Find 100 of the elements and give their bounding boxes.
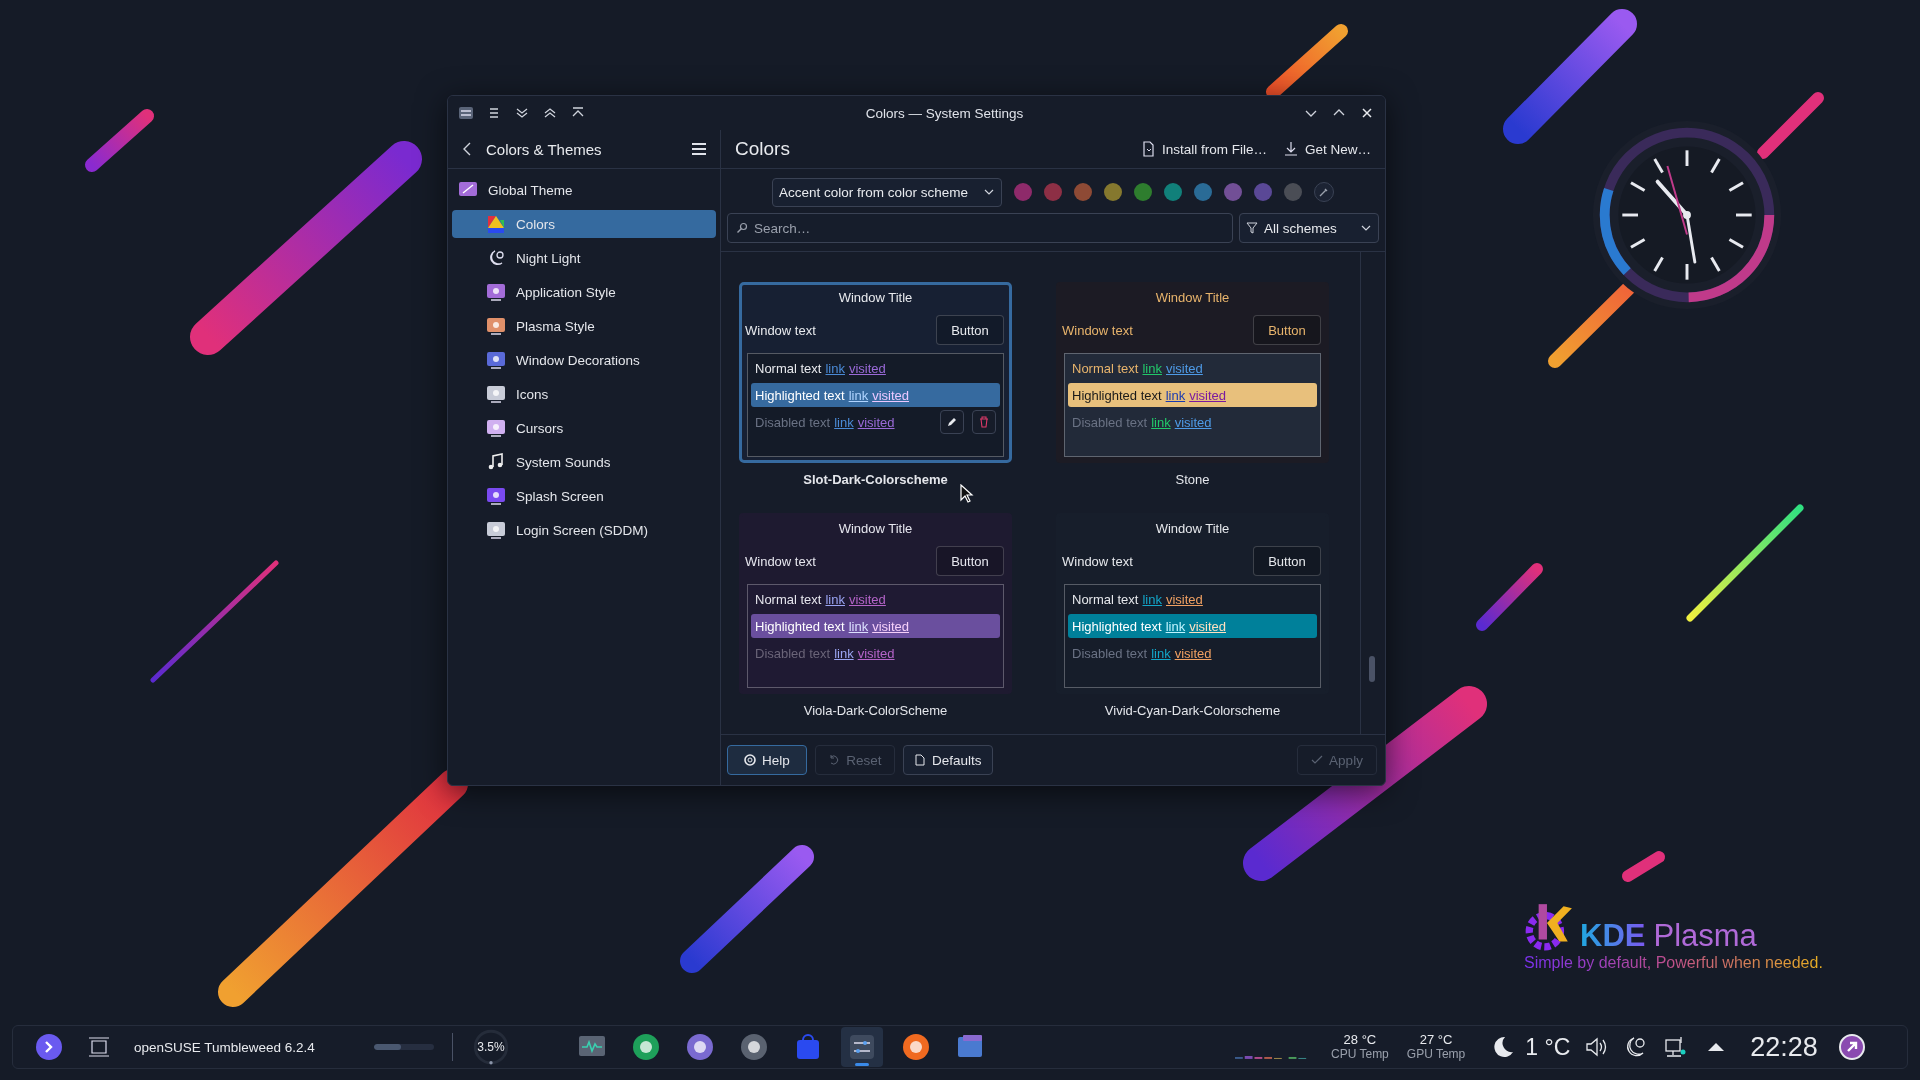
preview-button: Button (1253, 546, 1321, 576)
music-note-icon (486, 452, 506, 472)
preview-visited-link: visited (849, 591, 886, 607)
preview-link: link (825, 591, 845, 607)
cpu-gauge (473, 1029, 509, 1065)
preview-visited-link: visited (872, 387, 909, 403)
lifebuoy-icon (744, 754, 757, 766)
preview-visited-link: visited (1174, 645, 1212, 661)
settings-module-icon (486, 520, 506, 540)
preview-link: link (848, 618, 869, 634)
preview-visited-link: visited (1166, 591, 1203, 607)
search-icon (736, 222, 748, 234)
sidebar-item[interactable]: Icons (452, 380, 716, 408)
clock-time[interactable]: 22:28 (1750, 1031, 1818, 1063)
sensor-label: GPU Temp (1406, 1047, 1466, 1062)
hamburger-menu-icon[interactable] (690, 140, 708, 158)
document-icon (914, 754, 926, 766)
color-swatch[interactable] (1104, 183, 1122, 201)
preview-text: Highlighted text (755, 387, 845, 403)
settings-module-icon (486, 316, 506, 336)
defaults-button[interactable]: Defaults (903, 745, 993, 775)
preview-text: Highlighted text (1072, 618, 1162, 634)
color-swatch[interactable] (1134, 183, 1152, 201)
preview-visited-link: visited (857, 414, 895, 430)
help-button[interactable]: Help (727, 745, 807, 775)
install-button[interactable]: Install from File… (1139, 141, 1267, 157)
preview-window-title: Window Title (1154, 520, 1231, 538)
preview-window-text: Window text (745, 553, 816, 569)
sidebar-item[interactable]: Cursors (452, 414, 716, 442)
sensor-value: 27 °C (1419, 1032, 1453, 1047)
sensor-value: 28 °C (1343, 1032, 1377, 1047)
mouse-cursor-icon (960, 484, 974, 504)
edit-button[interactable] (940, 410, 964, 434)
preview-window-title: Window Title (837, 289, 914, 307)
color-swatch[interactable] (1284, 183, 1302, 201)
sidebar-item[interactable]: Night Light (452, 244, 716, 272)
delete-button[interactable] (972, 410, 996, 434)
color-swatch[interactable] (1224, 183, 1242, 201)
taskbar-app-button[interactable] (841, 1027, 883, 1067)
preview-button: Button (936, 315, 1004, 345)
preview-text: Normal text (1072, 360, 1139, 376)
preview-visited-link: visited (849, 360, 886, 376)
scrollbar-thumb[interactable] (1369, 656, 1375, 682)
settings-module-icon (486, 486, 506, 506)
undo-icon (828, 754, 841, 766)
sidebar-item[interactable]: System Sounds (452, 448, 716, 476)
color-swatch[interactable] (1044, 183, 1062, 201)
os-version-label: openSUSE Tumbleweed 6.2.4 (134, 1039, 316, 1055)
preview-visited-link: visited (1166, 360, 1203, 376)
moon-icon[interactable] (1491, 1035, 1516, 1059)
color-scheme-preview[interactable]: Window Title Window text Button Normal text link visited Highlighted text link visited Disabled text link visited (739, 513, 1012, 694)
color-scheme-preview[interactable]: Window Title Window text Button Normal text link visited Highlighted text link visited Disabled text link visited (739, 282, 1012, 463)
preview-link: link (834, 414, 854, 430)
accent-dropdown[interactable]: Accent color from color scheme (772, 177, 1002, 207)
settings-module-icon (486, 282, 506, 302)
color-palette-icon (486, 214, 506, 234)
color-scheme-preview[interactable]: Window Title Window text Button Normal text link visited Highlighted text link visited Disabled text link visited (1056, 282, 1329, 463)
settings-module-icon (486, 350, 506, 370)
preview-text: Normal text (755, 591, 822, 607)
scheme-name: Vivid-Cyan-Dark-Colorscheme (1104, 703, 1281, 718)
preview-link: link (1142, 360, 1162, 376)
preview-link: link (848, 387, 869, 403)
filter-dropdown[interactable]: All schemes (1239, 213, 1379, 243)
color-swatch[interactable] (1074, 183, 1092, 201)
settings-app-icon[interactable] (458, 105, 474, 121)
product-name: Plasma (1653, 918, 1757, 954)
sidebar-item[interactable]: Splash Screen (452, 482, 716, 510)
preview-window-text: Window text (1062, 553, 1133, 569)
preview-text: Highlighted text (1072, 387, 1162, 403)
volume-icon[interactable] (1584, 1035, 1609, 1059)
color-swatch[interactable] (1164, 183, 1182, 201)
trash-icon (978, 416, 990, 428)
preview-button: Button (936, 546, 1004, 576)
sidebar-item[interactable]: Login Screen (SDDM) (452, 516, 716, 544)
color-swatch[interactable] (1014, 183, 1032, 201)
scheme-name: Slot-Dark-Colorscheme (803, 472, 948, 487)
window-title: Colors — System Settings (864, 105, 1025, 121)
sidebar-item[interactable]: Colors (452, 210, 716, 238)
search-field[interactable]: Search… (727, 213, 1233, 243)
preview-button: Button (1253, 315, 1321, 345)
preview-text: Disabled text (755, 645, 831, 661)
app-launcher-icon[interactable] (35, 1033, 63, 1061)
sidebar-item[interactable]: Application Style (452, 278, 716, 306)
get-new-button[interactable]: Get New… (1282, 141, 1371, 157)
checkmark-icon (1311, 754, 1324, 766)
scheme-name: Stone (1175, 472, 1210, 487)
sidebar-item[interactable]: Global Theme (452, 176, 716, 204)
pencil-icon (946, 416, 958, 428)
sidebar-item[interactable]: Plasma Style (452, 312, 716, 340)
color-swatch[interactable] (1194, 183, 1212, 201)
color-picker-button[interactable] (1314, 182, 1334, 202)
arrow-circle-icon[interactable] (1837, 1033, 1866, 1061)
sidebar-item[interactable]: Window Decorations (452, 346, 716, 374)
preview-link: link (825, 360, 845, 376)
sliders-icon (847, 1032, 877, 1062)
sensor-label: CPU Temp (1331, 1047, 1389, 1062)
filter-icon (1246, 222, 1258, 234)
color-swatch[interactable] (1254, 183, 1272, 201)
overview-icon[interactable] (87, 1035, 111, 1059)
weather-temperature[interactable]: 1 °C (1525, 1033, 1571, 1061)
